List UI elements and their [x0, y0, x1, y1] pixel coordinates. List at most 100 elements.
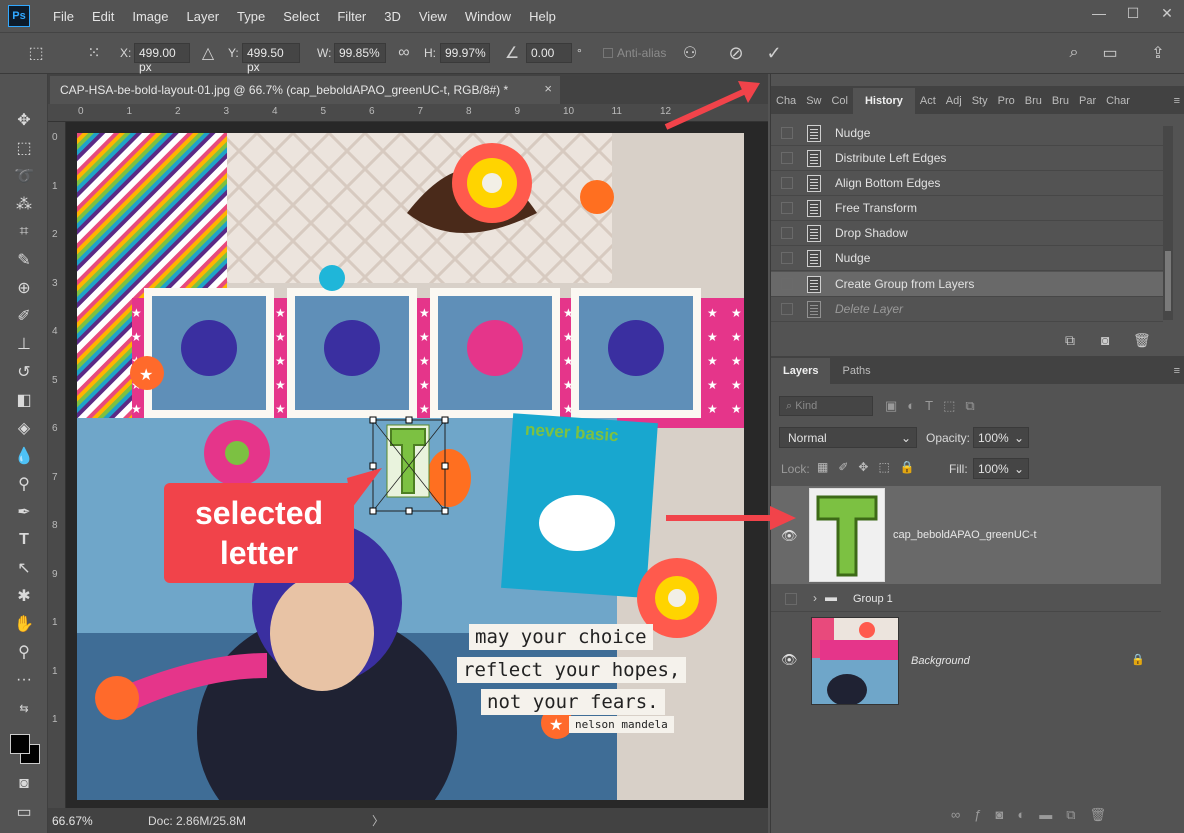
menu-layer[interactable]: Layer	[178, 9, 229, 24]
menu-view[interactable]: View	[410, 9, 456, 24]
commit-transform-icon[interactable]: ✓	[762, 41, 786, 65]
blend-mode-dropdown[interactable]: Normal ⌄	[779, 427, 917, 448]
share-icon[interactable]: ⇪	[1146, 41, 1170, 65]
tab-color[interactable]: Col	[826, 88, 853, 114]
foreground-color-swatch[interactable]	[10, 734, 30, 754]
pen-tool-icon[interactable]: ✒	[10, 500, 38, 524]
paint-bucket-icon[interactable]: ◈	[10, 416, 38, 440]
reference-point-icon[interactable]: ⁙	[82, 41, 106, 65]
history-snapshot-checkbox[interactable]	[781, 303, 793, 315]
width-field[interactable]: 99.85%	[334, 43, 386, 63]
tab-styles[interactable]: Sty	[967, 88, 993, 114]
x-field[interactable]: 499.00 px	[134, 43, 190, 74]
visibility-toggle-empty[interactable]	[785, 593, 797, 605]
history-item[interactable]: Drop Shadow	[771, 221, 1163, 246]
shape-tool-icon[interactable]: ✱	[10, 584, 38, 608]
tab-history[interactable]: History	[852, 88, 915, 114]
history-item[interactable]: Free Transform	[771, 196, 1163, 221]
lock-icons[interactable]: ▦✐✥⬚🔒	[817, 460, 925, 474]
history-item[interactable]: Nudge	[771, 121, 1163, 146]
new-document-from-state-icon[interactable]: ⧉	[1065, 332, 1075, 349]
history-snapshot-checkbox[interactable]	[781, 177, 793, 189]
tab-brushes[interactable]: Bru	[1020, 88, 1047, 114]
snapshot-camera-icon[interactable]: ◙	[1101, 332, 1109, 348]
history-snapshot-checkbox[interactable]	[781, 152, 793, 164]
menu-edit[interactable]: Edit	[83, 9, 123, 24]
menu-filter[interactable]: Filter	[328, 9, 375, 24]
history-snapshot-checkbox[interactable]	[781, 252, 793, 264]
layer-row-group[interactable]: › ▬ Group 1	[771, 586, 1161, 612]
layer-name[interactable]: Background	[911, 655, 970, 667]
screen-mode-icon[interactable]: ▭	[10, 800, 38, 824]
eyedropper-icon[interactable]: ✎	[10, 248, 38, 272]
move-tool-icon[interactable]: ✥	[10, 108, 38, 132]
tab-brush-settings[interactable]: Bru	[1047, 88, 1074, 114]
history-snapshot-checkbox[interactable]	[781, 278, 793, 290]
menu-select[interactable]: Select	[274, 9, 328, 24]
history-item[interactable]: Distribute Left Edges	[771, 146, 1163, 171]
menu-type[interactable]: Type	[228, 9, 274, 24]
height-field[interactable]: 99.97%	[440, 43, 490, 63]
layer-filter-kind-dropdown[interactable]: ⌕ Kind	[779, 396, 873, 416]
minimize-icon[interactable]: —	[1082, 0, 1116, 26]
layers-footer-icons[interactable]: ∞ƒ◙◐▬⧉🗑	[951, 807, 1120, 823]
cancel-transform-icon[interactable]: ⊘	[724, 41, 748, 65]
layer-row-selected[interactable]: 👁 cap_beboldAPAO_greenUC-t	[771, 486, 1161, 584]
brush-tool-icon[interactable]: ✐	[10, 304, 38, 328]
history-item[interactable]: Align Bottom Edges	[771, 171, 1163, 196]
blur-tool-icon[interactable]: 💧	[10, 444, 38, 468]
document-tab[interactable]: CAP-HSA-be-bold-layout-01.jpg @ 66.7% (c…	[50, 76, 560, 104]
antialias-checkbox[interactable]	[603, 48, 613, 58]
document-canvas[interactable]: ★ ★ ★	[77, 133, 744, 800]
dodge-tool-icon[interactable]: ⚲	[10, 472, 38, 496]
delta-icon[interactable]: △	[196, 41, 220, 65]
menu-window[interactable]: Window	[456, 9, 520, 24]
opacity-field[interactable]: 100% ⌄	[973, 427, 1029, 448]
history-snapshot-checkbox[interactable]	[781, 202, 793, 214]
warp-icon[interactable]: ⚇	[678, 41, 702, 65]
chevron-right-icon[interactable]: ›	[813, 591, 817, 605]
tab-swatches[interactable]: Sw	[801, 88, 826, 114]
layer-filter-icons[interactable]: ▣◐T⬚⧉	[885, 398, 985, 414]
menu-file[interactable]: File	[44, 9, 83, 24]
history-item[interactable]: Nudge	[771, 246, 1163, 271]
hand-tool-icon[interactable]: ✋	[10, 612, 38, 636]
layer-row-background[interactable]: 👁 Background 🔒	[771, 614, 1161, 706]
tab-properties[interactable]: Pro	[993, 88, 1020, 114]
eye-icon[interactable]: 👁	[781, 652, 798, 668]
eraser-tool-icon[interactable]: ◧	[10, 388, 38, 412]
delete-state-trash-icon[interactable]: 🗑	[1133, 332, 1151, 349]
menu-image[interactable]: Image	[123, 9, 177, 24]
history-scrollbar[interactable]	[1163, 126, 1173, 320]
layers-panel-menu-icon[interactable]: ≡	[1169, 358, 1184, 384]
maximize-icon[interactable]: ☐	[1116, 0, 1150, 26]
marquee-tool-icon[interactable]: ⬚	[10, 136, 38, 160]
history-item-undone[interactable]: Delete Layer	[771, 297, 1163, 322]
stamp-tool-icon[interactable]: ⊥	[10, 332, 38, 356]
quick-mask-icon[interactable]: ◙	[10, 772, 38, 796]
zoom-tool-icon[interactable]: ⚲	[10, 640, 38, 664]
more-tools-icon[interactable]: ···	[10, 668, 38, 692]
tab-paragraph[interactable]: Par	[1074, 88, 1101, 114]
history-snapshot-checkbox[interactable]	[781, 227, 793, 239]
link-icon[interactable]: ∞	[392, 41, 416, 65]
layer-name[interactable]: cap_beboldAPAO_greenUC-t	[893, 529, 1037, 541]
healing-brush-icon[interactable]: ⊕	[10, 276, 38, 300]
history-item-selected[interactable]: Create Group from Layers	[771, 272, 1163, 297]
tab-channels[interactable]: Cha	[771, 88, 801, 114]
crop-tool-icon[interactable]: ⌗	[10, 220, 38, 244]
zoom-level-field[interactable]: 66.67%	[52, 814, 100, 828]
history-snapshot-checkbox[interactable]	[781, 127, 793, 139]
magic-wand-icon[interactable]: ⁂	[10, 192, 38, 216]
status-menu-arrow-icon[interactable]: 〉	[372, 812, 384, 829]
tab-paths[interactable]: Paths	[830, 358, 882, 384]
history-brush-icon[interactable]: ↺	[10, 360, 38, 384]
angle-field[interactable]: 0.00	[526, 43, 572, 63]
history-panel-menu-icon[interactable]: ≡	[1169, 88, 1184, 114]
close-window-icon[interactable]: ✕	[1150, 0, 1184, 26]
history-scroll-thumb[interactable]	[1165, 251, 1171, 311]
path-selection-icon[interactable]: ↖	[10, 556, 38, 580]
tab-actions[interactable]: Act	[915, 88, 941, 114]
close-tab-icon[interactable]: ×	[544, 81, 552, 96]
swap-colors-icon[interactable]: ⇆	[10, 696, 38, 720]
